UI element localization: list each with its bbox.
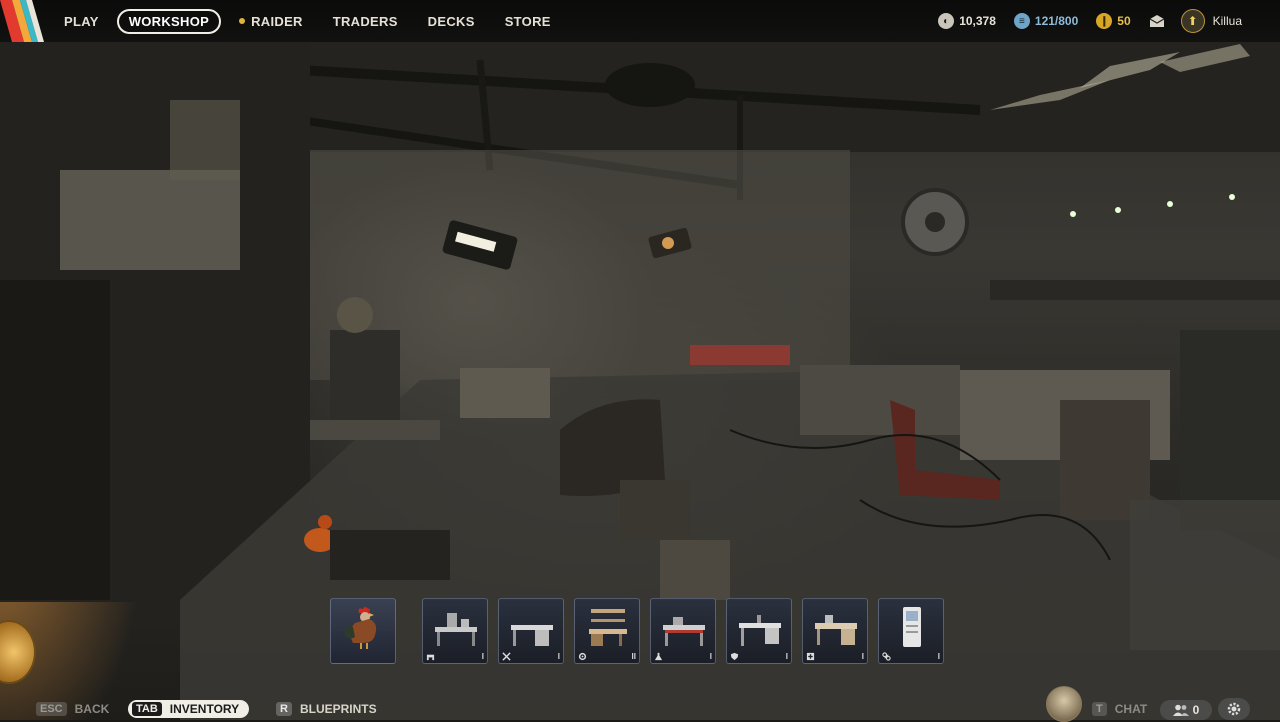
shelf-bench-icon xyxy=(589,609,627,646)
workbench-icon xyxy=(435,613,477,646)
token-icon: ❙ xyxy=(1096,13,1113,29)
nav-traders[interactable]: TRADERS xyxy=(321,10,410,33)
slot-footer: I xyxy=(806,651,864,661)
stash-icon: ≡ xyxy=(1013,13,1030,29)
slot-footer: I xyxy=(502,651,560,661)
nav-store-label: STORE xyxy=(504,13,551,29)
bench-icon xyxy=(426,654,435,660)
capacity-stat: ≡ 121/800 xyxy=(1013,13,1079,29)
hotbar-slot-workbench-2[interactable]: I xyxy=(498,598,564,664)
coins-stat: ◐ 10,378 xyxy=(938,13,996,29)
slot-level: I xyxy=(937,651,940,661)
settings-button[interactable] xyxy=(1218,698,1250,720)
inventory-label: INVENTORY xyxy=(169,702,240,716)
nav-play[interactable]: PLAY xyxy=(52,10,111,33)
tokens-stat: ❙ 50 xyxy=(1096,13,1131,29)
back-label: BACK xyxy=(74,702,110,716)
notification-dot-icon xyxy=(239,18,246,24)
slot-footer: I xyxy=(730,651,788,661)
currency-stats: ◐ 10,378 ≡ 121/800 ❙ 50 ⬆ Killua xyxy=(938,0,1280,42)
metal-bench-icon xyxy=(739,615,781,646)
blueprints-key: R xyxy=(276,702,292,716)
top-bar: PLAY WORKSHOP RAIDER TRADERS DECKS STORE… xyxy=(0,0,1280,42)
nav-workshop[interactable]: WORKSHOP xyxy=(116,8,222,34)
main-nav: PLAY WORKSHOP RAIDER TRADERS DECKS STORE xyxy=(52,0,569,42)
slot-level: I xyxy=(709,651,712,661)
chat-label: CHAT xyxy=(1114,702,1148,716)
nav-raider[interactable]: RAIDER xyxy=(227,10,315,33)
rank-up-icon: ⬆ xyxy=(1180,9,1205,33)
user-profile[interactable]: ⬆ Killua xyxy=(1180,9,1242,33)
slot-level: II xyxy=(631,651,636,661)
slot-footer: I xyxy=(426,651,484,661)
medkit-icon xyxy=(806,652,815,660)
slot-footer: I xyxy=(654,651,712,661)
hotbar-slot-workbench-7[interactable]: I xyxy=(878,598,944,664)
nav-decks-label: DECKS xyxy=(427,13,475,29)
hotbar-slot-workbench-6[interactable]: I xyxy=(802,598,868,664)
capacity-value: 121/800 xyxy=(1034,14,1079,28)
inventory-button[interactable]: TAB INVENTORY xyxy=(128,700,250,718)
red-table-icon xyxy=(663,617,705,646)
nav-workshop-label: WORKSHOP xyxy=(128,13,210,29)
chat-button[interactable]: T CHAT xyxy=(1092,702,1147,716)
nav-raider-label: RAIDER xyxy=(251,13,303,29)
friends-button[interactable]: 0 xyxy=(1160,700,1212,720)
nav-traders-label: TRADERS xyxy=(332,13,398,29)
nav-play-label: PLAY xyxy=(64,13,99,29)
slot-footer: II xyxy=(578,651,636,661)
cross-icon xyxy=(882,651,891,661)
nav-store[interactable]: STORE xyxy=(493,10,563,33)
tools-icon xyxy=(502,651,511,661)
gear-icon xyxy=(578,652,587,660)
blueprints-label: BLUEPRINTS xyxy=(299,702,377,716)
back-key: ESC xyxy=(36,702,67,716)
slot-level: I xyxy=(785,651,788,661)
workstation-hotbar: I I II I I I I xyxy=(330,598,954,666)
back-button[interactable]: ESC BACK xyxy=(36,702,109,716)
mail-icon[interactable] xyxy=(1149,15,1165,27)
coin-icon: ◐ xyxy=(938,13,955,29)
hotbar-slot-workbench-3[interactable]: II xyxy=(574,598,640,664)
slot-level: I xyxy=(481,651,484,661)
friends-icon xyxy=(1172,704,1189,716)
inventory-key: TAB xyxy=(132,702,162,716)
wood-desk-icon xyxy=(815,615,857,645)
coins-value: 10,378 xyxy=(959,14,996,28)
tokens-value: 50 xyxy=(1117,14,1131,28)
username: Killua xyxy=(1212,14,1242,28)
cabinet-icon xyxy=(903,607,921,647)
hotbar-slot-workbench-5[interactable]: I xyxy=(726,598,792,664)
hotbar-slot-workbench-4[interactable]: I xyxy=(650,598,716,664)
blueprints-button[interactable]: R BLUEPRINTS xyxy=(276,702,377,716)
slot-level: I xyxy=(861,651,864,661)
hotbar-slot-rooster[interactable] xyxy=(330,598,396,664)
nav-decks[interactable]: DECKS xyxy=(416,10,487,33)
slot-level: I xyxy=(557,651,560,661)
friends-count: 0 xyxy=(1192,703,1200,717)
hotbar-slot-workbench-1[interactable]: I xyxy=(422,598,488,664)
flask-icon xyxy=(654,652,663,660)
slot-footer: I xyxy=(882,651,940,661)
chat-key: T xyxy=(1092,702,1107,716)
player-avatar[interactable] xyxy=(1046,686,1082,722)
settings-gear-icon xyxy=(1227,702,1241,716)
shield-icon xyxy=(730,652,739,660)
desk-icon xyxy=(511,625,553,646)
brand-stripe xyxy=(0,0,44,42)
rooster-icon xyxy=(344,607,377,649)
bottom-bar: ESC BACK TAB INVENTORY R BLUEPRINTS T CH… xyxy=(0,698,1280,720)
